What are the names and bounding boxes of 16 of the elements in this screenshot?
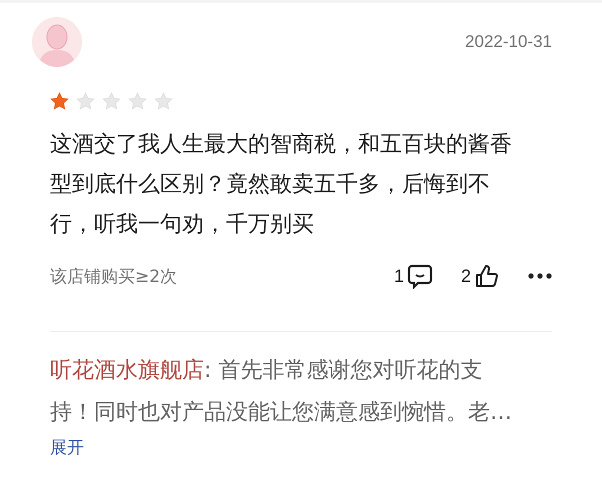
- avatar: [32, 17, 82, 67]
- like-count: 2: [460, 266, 471, 286]
- comment-icon[interactable]: [406, 263, 433, 289]
- purchase-note: 该店铺购买≥2次: [50, 266, 178, 288]
- star-icon: [154, 92, 173, 111]
- more-icon[interactable]: [528, 273, 552, 279]
- store-reply: 听花酒水旗舰店: 首先非常感谢您对听花的支 持！同时也对产品没能让您满意感到惋惜。老…: [50, 357, 513, 427]
- star-icon: [50, 92, 69, 111]
- star-icon: [102, 92, 121, 111]
- star-icon: [128, 92, 147, 111]
- expand-link[interactable]: 展开: [50, 436, 84, 459]
- review-date: 2022-10-31: [465, 32, 552, 52]
- star-icon: [76, 92, 95, 111]
- review-text: 这酒交了我人生最大的智商税，和五百块的酱香型到底什么区别？竟然敢卖五千多，后悔到不行，听我一句劝，千万别买: [50, 131, 513, 239]
- comment-count: 1: [394, 266, 404, 286]
- thumbs-up-icon[interactable]: [474, 263, 500, 289]
